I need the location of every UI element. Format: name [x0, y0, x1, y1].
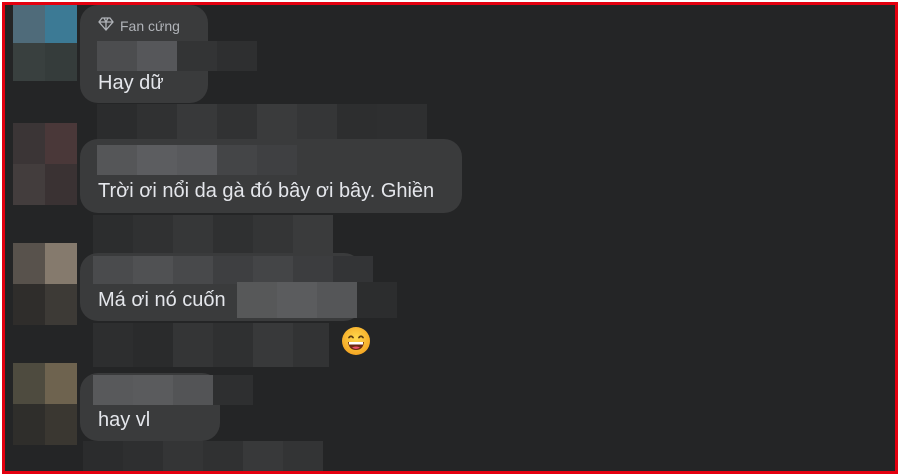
fan-badge: Fan cứng: [98, 17, 180, 34]
commenter-name-blurred[interactable]: [93, 256, 373, 284]
avatar-blurred[interactable]: [13, 123, 77, 205]
reply-header-blurred: [97, 104, 427, 144]
avatar-blurred[interactable]: [13, 363, 77, 445]
diamond-icon: [98, 17, 120, 34]
comment-text: Trời ơi nổi da gà đó bây ơi bây. Ghiền: [98, 180, 435, 202]
commenter-name-blurred[interactable]: [97, 41, 257, 71]
badge-label: Fan cứng: [120, 17, 180, 34]
comment-text: hay vl: [98, 409, 151, 431]
comment-text: Hay dữ: [98, 72, 164, 94]
avatar-blurred[interactable]: [13, 5, 77, 81]
footer-blurred: [83, 441, 323, 471]
text-blurred: [237, 282, 397, 318]
comment-text: Má ơi nó cuốn: [98, 289, 226, 311]
avatar-blurred[interactable]: [13, 243, 77, 325]
reply-header-blurred: [93, 215, 333, 255]
grinning-emoji-icon[interactable]: [341, 326, 371, 356]
comment-section-screenshot: Fan cứng Hay dữ Trời ơi nổi da gà đó bây…: [2, 2, 898, 474]
commenter-name-blurred[interactable]: [97, 145, 297, 175]
reaction-row-blurred: [93, 323, 329, 367]
commenter-name-blurred[interactable]: [93, 375, 253, 405]
